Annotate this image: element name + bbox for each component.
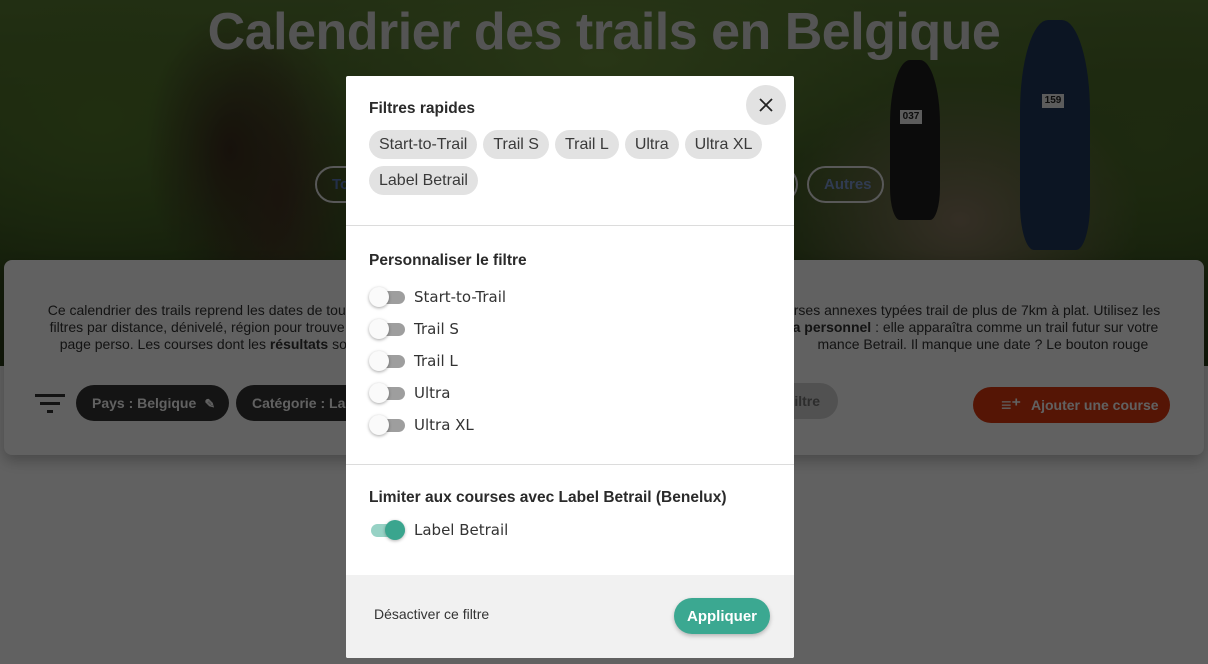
toggle-label: Trail S <box>414 320 459 338</box>
toggle-switch[interactable] <box>369 520 405 540</box>
quick-filter-chip-trail-l[interactable]: Trail L <box>554 130 619 159</box>
quick-filters-title: Filtres rapides <box>369 100 475 117</box>
custom-filter-section: Personnaliser le filtre Start-to-Trail T… <box>346 226 794 465</box>
custom-filter-title: Personnaliser le filtre <box>369 252 527 269</box>
quick-filter-chip-start-to-trail[interactable]: Start-to-Trail <box>369 130 478 159</box>
toggle-label: Trail L <box>414 352 458 370</box>
quick-filter-chip-ultra[interactable]: Ultra <box>624 130 679 159</box>
toggle-row-ultra[interactable]: Ultra <box>369 377 506 409</box>
label-filter-section: Limiter aux courses avec Label Betrail (… <box>346 465 794 575</box>
quick-filter-chips: Start-to-Trail Trail S Trail L Ultra Ult… <box>369 130 769 195</box>
toggle-label: Ultra <box>414 384 451 402</box>
dialog-footer: Désactiver ce filtre Appliquer <box>346 575 794 658</box>
label-filter-title: Limiter aux courses avec Label Betrail (… <box>369 489 727 506</box>
toggle-label: Start-to-Trail <box>414 288 507 306</box>
toggle-row-ultra-xl[interactable]: Ultra XL <box>369 409 506 441</box>
quick-filter-chip-trail-s[interactable]: Trail S <box>483 130 549 159</box>
toggle-row-trail-l[interactable]: Trail L <box>369 345 506 377</box>
toggle-label: Label Betrail <box>414 521 509 539</box>
label-filter-toggles: Label Betrail <box>369 514 508 546</box>
toggle-switch[interactable] <box>369 287 405 307</box>
toggle-switch[interactable] <box>369 351 405 371</box>
filter-dialog: Filtres rapides Start-to-Trail Trail S T… <box>346 76 794 658</box>
toggle-label: Ultra XL <box>414 416 474 434</box>
toggle-switch[interactable] <box>369 415 405 435</box>
toggle-row-start-to-trail[interactable]: Start-to-Trail <box>369 281 506 313</box>
toggle-row-label-betrail[interactable]: Label Betrail <box>369 514 508 546</box>
quick-filters-section: Filtres rapides Start-to-Trail Trail S T… <box>346 76 794 226</box>
deactivate-filter-button[interactable]: Désactiver ce filtre <box>374 606 489 622</box>
toggle-switch[interactable] <box>369 319 405 339</box>
custom-filter-toggles: Start-to-Trail Trail S Trail L Ultra Ult… <box>369 281 506 441</box>
toggle-switch[interactable] <box>369 383 405 403</box>
toggle-row-trail-s[interactable]: Trail S <box>369 313 506 345</box>
quick-filter-chip-label-betrail[interactable]: Label Betrail <box>369 166 478 195</box>
apply-button[interactable]: Appliquer <box>674 598 770 634</box>
close-icon <box>759 98 773 112</box>
close-button[interactable] <box>746 85 786 125</box>
quick-filter-chip-ultra-xl[interactable]: Ultra XL <box>684 130 763 159</box>
